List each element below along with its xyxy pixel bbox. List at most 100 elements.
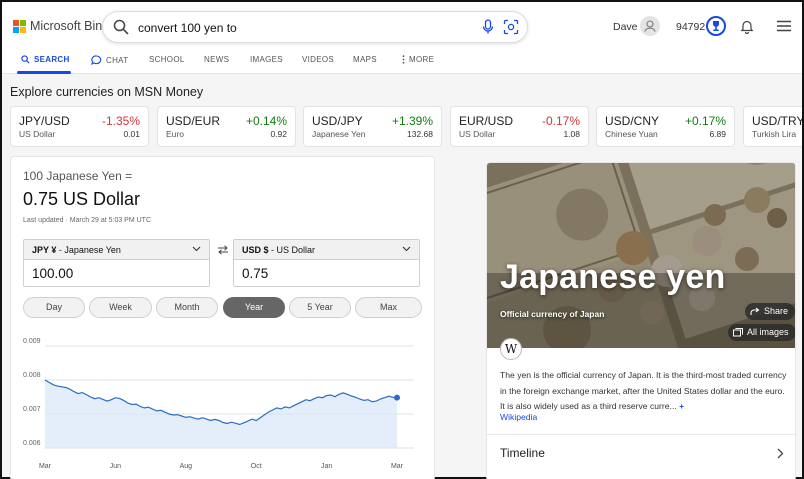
card-change: +0.14% xyxy=(245,114,287,128)
microsoft-logo-icon xyxy=(13,20,26,33)
notifications-bell-icon[interactable] xyxy=(740,19,754,34)
active-tab-indicator xyxy=(17,71,71,74)
tab-maps[interactable]: MAPS xyxy=(353,55,377,64)
from-currency-select[interactable]: JPY ¥ - Japanese Yen xyxy=(24,240,209,260)
x-tick-label: Jun xyxy=(110,463,121,470)
search-box[interactable]: convert 100 yen to xyxy=(102,11,528,43)
exchange-rate-chart[interactable]: 0.009 0.008 0.007 0.006 Mar Jun Aug Oct Jan Mar xyxy=(11,335,434,477)
yen-hero-image[interactable]: Japanese yen Official currency of Japan … xyxy=(487,163,795,348)
chevron-right-icon[interactable] xyxy=(777,448,784,459)
search-input[interactable]: convert 100 yen to xyxy=(138,21,237,35)
range-5year-button[interactable]: 5 Year xyxy=(289,297,351,318)
swap-currencies-icon[interactable] xyxy=(217,245,229,255)
card-pair: USD/TRY xyxy=(752,114,802,128)
x-tick-label: Aug xyxy=(180,463,193,470)
user-name[interactable]: Dave xyxy=(613,21,638,33)
banknotes-coins-image xyxy=(487,163,795,348)
description-text: The yen is the official currency of Japa… xyxy=(500,370,787,411)
currency-converter: 100 Japanese Yen = 0.75 US Dollar Last u… xyxy=(10,156,435,479)
currency-card-usd-jpy[interactable]: USD/JPY +1.39% Japanese Yen 132.68 xyxy=(303,106,442,147)
card-rate: 0.92 xyxy=(270,129,287,139)
range-month-button[interactable]: Month xyxy=(156,297,218,318)
card-change: +0.17% xyxy=(684,114,726,128)
person-icon xyxy=(644,20,656,32)
card-change: -0.17% xyxy=(541,114,580,128)
card-change: -1.35% xyxy=(101,114,140,128)
tab-chat-label: CHAT xyxy=(106,55,129,65)
card-change: +1.39% xyxy=(391,114,433,128)
search-icon[interactable] xyxy=(113,19,129,35)
range-year-button[interactable]: Year xyxy=(223,297,285,318)
card-pair: USD/JPY xyxy=(312,114,363,128)
range-day-button[interactable]: Day xyxy=(23,297,85,318)
tab-news-label: NEWS xyxy=(204,55,230,64)
currency-card-usd-cny[interactable]: USD/CNY +0.17% Chinese Yuan 6.89 xyxy=(596,106,735,147)
x-tick-label: Jan xyxy=(321,463,332,470)
wikipedia-link[interactable]: Wikipedia xyxy=(500,412,537,422)
to-currency-name: - US Dollar xyxy=(268,245,316,255)
from-currency-box: JPY ¥ - Japanese Yen 100.00 xyxy=(23,239,210,287)
reward-points[interactable]: 94792 xyxy=(676,21,705,33)
explore-title[interactable]: Explore currencies on MSN Money xyxy=(10,85,203,99)
convert-from-text: 100 Japanese Yen = xyxy=(23,169,133,183)
microphone-icon[interactable] xyxy=(481,19,495,35)
wikipedia-logo-icon[interactable]: W xyxy=(500,338,522,360)
timeline-section[interactable]: Timeline xyxy=(500,446,545,460)
chevron-down-icon[interactable] xyxy=(192,246,201,252)
hamburger-menu-icon[interactable] xyxy=(776,20,792,32)
rewards-trophy-icon[interactable] xyxy=(706,16,726,36)
y-tick-label: 0.008 xyxy=(23,372,41,379)
header: Microsoft Bing convert 100 yen to Dave 9… xyxy=(2,2,802,46)
x-tick-label: Mar xyxy=(39,463,52,470)
range-max-button[interactable]: Max xyxy=(355,297,422,318)
y-tick-label: 0.006 xyxy=(23,440,41,447)
y-tick-label: 0.009 xyxy=(23,338,41,345)
visual-search-icon[interactable] xyxy=(503,19,519,35)
tab-chat[interactable]: CHAT xyxy=(91,55,128,65)
chevron-down-icon[interactable] xyxy=(402,246,411,252)
tab-search[interactable]: SEARCH xyxy=(21,55,70,64)
divider xyxy=(487,434,795,435)
tab-search-label: SEARCH xyxy=(34,55,70,64)
search-nav: SEARCH CHAT SCHOOL NEWS IMAGES VIDEOS MA… xyxy=(2,46,802,74)
to-amount-input[interactable]: 0.75 xyxy=(242,266,268,281)
currency-card-eur-usd[interactable]: EUR/USD -0.17% US Dollar 1.08 xyxy=(450,106,589,147)
bing-logo[interactable]: Microsoft Bing xyxy=(13,19,109,33)
card-pair: USD/CNY xyxy=(605,114,660,128)
card-name: US Dollar xyxy=(19,129,56,139)
conversion-result: 0.75 US Dollar xyxy=(23,189,141,209)
from-amount-input[interactable]: 100.00 xyxy=(32,266,73,281)
currency-cards: JPY/USD -1.35% US Dollar 0.01 USD/EUR +0… xyxy=(10,106,802,148)
more-icon xyxy=(402,55,405,64)
from-currency-code: JPY ¥ xyxy=(32,245,57,255)
tab-more[interactable]: MORE xyxy=(402,55,434,64)
currency-card-jpy-usd[interactable]: JPY/USD -1.35% US Dollar 0.01 xyxy=(10,106,149,147)
all-images-label: All images xyxy=(747,327,789,337)
tab-videos-label: VIDEOS xyxy=(302,55,335,64)
all-images-button[interactable]: All images xyxy=(728,324,795,341)
tab-school[interactable]: SCHOOL xyxy=(149,55,185,64)
card-name: Japanese Yen xyxy=(312,129,366,139)
card-name: Turkish Lira xyxy=(752,129,797,139)
tab-images-label: IMAGES xyxy=(250,55,283,64)
range-week-button[interactable]: Week xyxy=(89,297,152,318)
tab-videos[interactable]: VIDEOS xyxy=(302,55,334,64)
logo-text: Microsoft Bing xyxy=(30,19,110,33)
tab-news[interactable]: NEWS xyxy=(204,55,229,64)
chat-icon xyxy=(91,55,102,65)
card-pair: EUR/USD xyxy=(459,114,514,128)
card-rate: 1.08 xyxy=(563,129,580,139)
card-rate: 0.01 xyxy=(123,129,140,139)
avatar[interactable] xyxy=(640,16,660,36)
share-button[interactable]: Share xyxy=(745,303,795,320)
expand-description-button[interactable]: + xyxy=(679,401,684,411)
tab-images[interactable]: IMAGES xyxy=(250,55,283,64)
currency-card-usd-try[interactable]: USD/TRY Turkish Lira xyxy=(743,106,802,147)
knowledge-panel: Japanese yen Official currency of Japan … xyxy=(486,162,796,479)
knowledge-subtitle: Official currency of Japan xyxy=(500,309,605,319)
chart-last-point xyxy=(394,394,400,401)
to-currency-select[interactable]: USD $ - US Dollar xyxy=(234,240,419,260)
currency-card-usd-eur[interactable]: USD/EUR +0.14% Euro 0.92 xyxy=(157,106,296,147)
card-rate: 6.89 xyxy=(709,129,726,139)
images-icon xyxy=(733,328,743,337)
